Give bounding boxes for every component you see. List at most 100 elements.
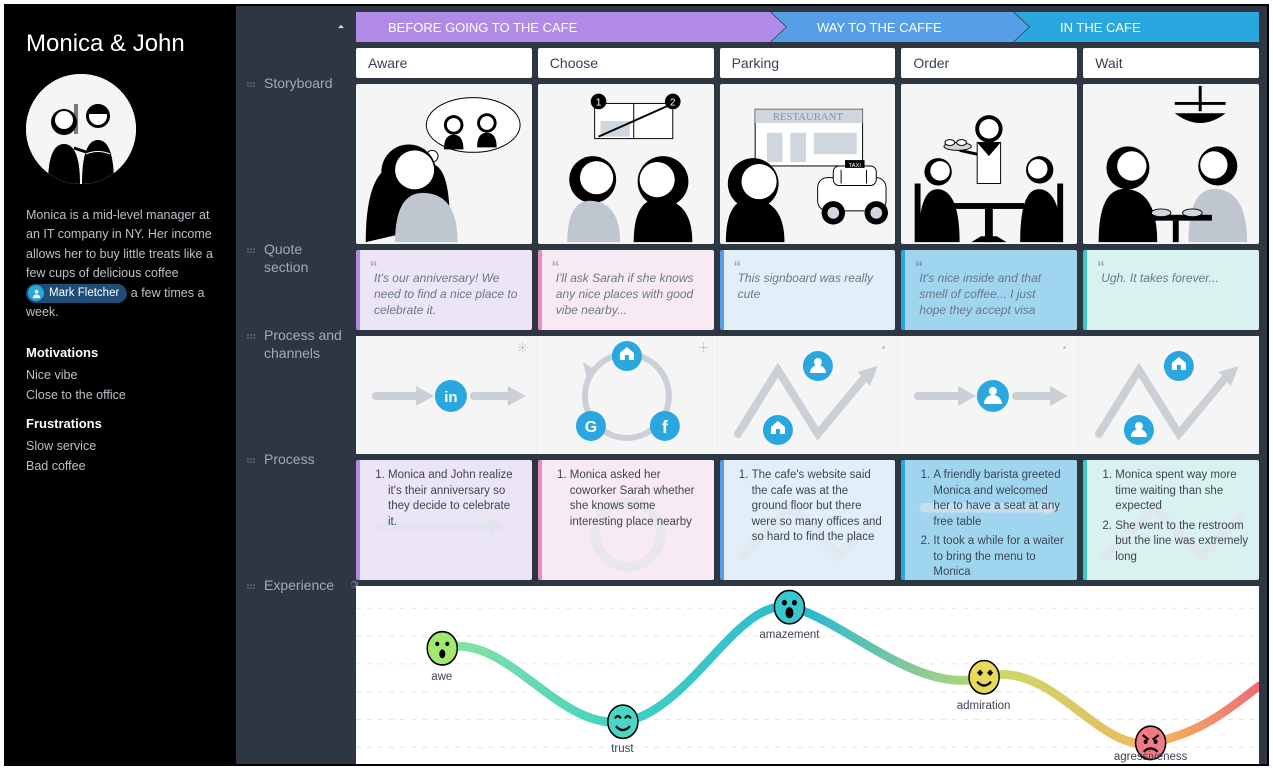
motivation-item: Nice vibe (26, 368, 216, 382)
process-cell[interactable]: Monica asked her coworker Sarah whether … (538, 460, 714, 580)
phases-row: BEFORE GOING TO THE CAFE WAY TO THE CAFF… (356, 12, 1259, 42)
quote-cell[interactable]: I'll ask Sarah if she knows any nice pla… (538, 250, 714, 330)
gear-icon[interactable] (1059, 342, 1070, 356)
row-label-experience[interactable]: Experience (236, 566, 356, 597)
storyboard-cell-aware[interactable] (356, 84, 532, 244)
mention-label: Mark Fletcher (49, 285, 119, 303)
exp-label: agressiveness (1114, 751, 1188, 763)
gear-icon[interactable] (878, 342, 889, 356)
row-label-text: Process and channels (264, 326, 348, 362)
phase-in-cafe[interactable]: IN THE CAFE (1014, 12, 1259, 42)
row-label-storyboard[interactable]: Storyboard (236, 64, 356, 230)
phase-before[interactable]: BEFORE GOING TO THE CAFE (356, 12, 786, 42)
quote-text: It's nice inside and that smell of coffe… (919, 270, 1063, 319)
storyboard-row: 1 2 RESTAURANT (356, 84, 1259, 244)
motivations-heading: Motivations (26, 345, 216, 360)
channels-cell[interactable] (1079, 336, 1259, 454)
col-header[interactable]: Aware (356, 48, 532, 78)
process-item: Monica and John realize it's their anniv… (388, 468, 522, 530)
storyboard-cell-wait[interactable] (1083, 84, 1259, 244)
user-icon (28, 285, 44, 301)
collapse-icon[interactable] (236, 14, 356, 34)
row-labels-column: Storyboard Quote section Process and cha… (236, 6, 356, 764)
facebook-icon: f (662, 417, 669, 437)
quote-text: This signboard was really cute (738, 270, 882, 302)
quote-row: It's our anniversary! We need to find a … (356, 250, 1259, 330)
quote-text: I'll ask Sarah if she knows any nice pla… (556, 270, 700, 319)
process-item: She went to the restroom but the line wa… (1115, 519, 1249, 566)
row-label-quote[interactable]: Quote section (236, 230, 356, 316)
process-cell[interactable]: The cafe's website said the cafe was at … (720, 460, 896, 580)
journey-map-app: Monica & John Monica is a mid-level mana… (4, 4, 1269, 766)
emoji-admiration (969, 661, 999, 694)
frustrations-heading: Frustrations (26, 416, 216, 431)
emoji-amazement (774, 590, 804, 623)
journey-grid: BEFORE GOING TO THE CAFE WAY TO THE CAFF… (356, 6, 1267, 764)
column-headers: Aware Choose Parking Order Wait (356, 48, 1259, 78)
gear-icon[interactable] (698, 342, 709, 356)
mention-chip[interactable]: Mark Fletcher (26, 284, 127, 304)
phase-way[interactable]: WAY TO THE CAFFE (771, 12, 1029, 42)
emoji-trust (608, 705, 638, 738)
frustration-item: Bad coffee (26, 459, 216, 473)
channels-cell[interactable]: G f (537, 336, 718, 454)
row-label-process-channels[interactable]: Process and channels (236, 316, 356, 440)
channels-cell[interactable] (898, 336, 1079, 454)
row-label-process[interactable]: Process (236, 440, 356, 566)
col-title: Aware (368, 55, 407, 71)
process-row: Monica and John realize it's their anniv… (356, 460, 1259, 580)
frustration-item: Slow service (26, 439, 216, 453)
storyboard-cell-parking[interactable]: RESTAURANT TAXI (720, 84, 896, 244)
persona-desc-pre: Monica is a mid-level manager at an IT c… (26, 208, 213, 280)
col-title: Parking (732, 55, 779, 71)
grip-icon[interactable] (246, 453, 256, 471)
gear-icon[interactable] (517, 342, 528, 356)
exp-label: amazement (759, 629, 819, 641)
col-header[interactable]: Wait (1083, 48, 1259, 78)
experience-chart[interactable]: awe trust amazement admiration agressive… (356, 586, 1259, 764)
persona-avatar[interactable] (26, 74, 136, 184)
grip-icon[interactable] (246, 579, 256, 597)
col-header[interactable]: Choose (538, 48, 714, 78)
svg-text:1: 1 (596, 97, 601, 108)
channels-cell[interactable]: in (356, 336, 537, 454)
phase-label: WAY TO THE CAFFE (817, 20, 942, 35)
phase-label: IN THE CAFE (1060, 20, 1141, 35)
process-item: Monica spent way more time waiting than … (1115, 468, 1249, 515)
storyboard-cell-choose[interactable]: 1 2 (538, 84, 714, 244)
svg-text:TAXI: TAXI (848, 163, 861, 169)
col-header[interactable]: Order (901, 48, 1077, 78)
grip-icon[interactable] (246, 329, 256, 347)
process-cell[interactable]: Monica and John realize it's their anniv… (356, 460, 532, 580)
google-icon: G (585, 419, 597, 436)
persona-sidebar: Monica & John Monica is a mid-level mana… (6, 6, 236, 764)
emoji-awe (427, 632, 457, 665)
quote-cell[interactable]: It's nice inside and that smell of coffe… (901, 250, 1077, 330)
row-label-text: Quote section (264, 240, 348, 276)
channels-cell[interactable] (718, 336, 899, 454)
motivation-item: Close to the office (26, 388, 216, 402)
process-item: The cafe's website said the cafe was at … (752, 468, 886, 546)
phase-label: BEFORE GOING TO THE CAFE (388, 20, 577, 35)
col-title: Wait (1095, 55, 1122, 71)
quote-cell[interactable]: This signboard was really cute (720, 250, 896, 330)
col-header[interactable]: Parking (720, 48, 896, 78)
quote-cell[interactable]: Ugh. It takes forever... (1083, 250, 1259, 330)
process-cell[interactable]: A friendly barista greeted Monica and we… (901, 460, 1077, 580)
process-cell[interactable]: Monica spent way more time waiting than … (1083, 460, 1259, 580)
grip-icon[interactable] (246, 243, 256, 261)
storyboard-cell-order[interactable] (901, 84, 1077, 244)
exp-label: admiration (957, 700, 1011, 712)
row-label-text: Experience (264, 576, 334, 594)
row-label-text: Storyboard (264, 74, 332, 92)
process-channels-row: in G (356, 336, 1259, 454)
quote-cell[interactable]: It's our anniversary! We need to find a … (356, 250, 532, 330)
process-item: It took a while for a waiter to bring th… (933, 534, 1067, 581)
svg-text:2: 2 (670, 97, 675, 108)
process-item: Monica asked her coworker Sarah whether … (570, 468, 704, 530)
process-item: A friendly barista greeted Monica and we… (933, 468, 1067, 530)
col-title: Order (913, 55, 949, 71)
grip-icon[interactable] (246, 77, 256, 95)
quote-text: It's our anniversary! We need to find a … (374, 270, 518, 319)
persona-title: Monica & John (26, 30, 216, 58)
